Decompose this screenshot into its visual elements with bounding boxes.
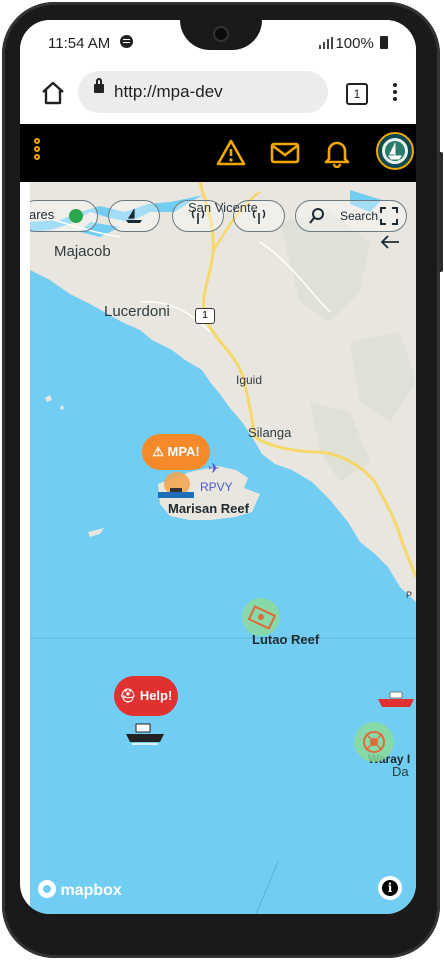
info-icon: i <box>382 880 398 896</box>
place-label-silanga: Silanga <box>248 425 292 440</box>
place-label-lucerdoni: Lucerdoni <box>104 303 170 320</box>
mail-icon[interactable] <box>270 138 300 168</box>
signal-icon <box>319 37 333 49</box>
search-label: Search <box>340 209 379 223</box>
filter-chip-boats[interactable] <box>108 200 160 232</box>
vessel-in-distress-icon[interactable] <box>124 722 166 746</box>
vessel-icon[interactable] <box>376 690 416 710</box>
side-button <box>439 152 443 272</box>
help-alert-bubble[interactable]: ⛑ Help! <box>114 676 178 716</box>
spotify-icon <box>120 35 133 48</box>
mapbox-wordmark: mapbox <box>60 882 122 899</box>
reef-icon <box>247 605 277 630</box>
reef-marker-waray[interactable] <box>354 722 394 762</box>
fullscreen-icon[interactable] <box>380 207 398 225</box>
vessel-icon[interactable] <box>158 488 194 500</box>
boat-icon <box>126 209 142 223</box>
lock-icon <box>94 78 104 93</box>
home-icon[interactable] <box>40 80 66 106</box>
mapbox-icon <box>38 880 56 898</box>
battery-percent: 100% <box>335 35 374 52</box>
browser-toolbar: http://mpa-dev 1 <box>20 66 416 124</box>
mpa-alert-bubble[interactable]: ⚠ MPA! <box>142 434 210 470</box>
info-button[interactable]: i <box>378 876 402 900</box>
warning-icon: ⚠ <box>152 444 168 459</box>
place-label-san-vicente: San Vicente <box>188 200 258 215</box>
place-label-iguid: Iguid <box>236 373 263 387</box>
tab-switcher-button[interactable]: 1 <box>346 83 368 105</box>
route-number: 1 <box>202 310 208 321</box>
address-bar[interactable]: http://mpa-dev <box>78 71 328 113</box>
place-label-marisan-reef: Marisan Reef <box>168 501 249 516</box>
airport-icon: ✈ <box>208 460 220 476</box>
pin-icon <box>69 209 83 223</box>
front-camera <box>213 26 229 42</box>
status-time: 11:54 AM <box>48 35 111 52</box>
avatar-logo <box>380 136 410 166</box>
map-view[interactable]: ares Search San Vicente Majacob Lucerdon… <box>30 182 416 914</box>
place-label-rpvy: RPVY <box>200 480 233 494</box>
land-islet-b <box>60 405 64 410</box>
app-header <box>20 124 416 182</box>
reef-icon <box>363 731 385 753</box>
filter-chip-areas[interactable]: ares <box>30 200 98 232</box>
menu-dots-icon[interactable] <box>34 138 44 168</box>
bell-icon[interactable] <box>322 138 352 168</box>
reef-marker-lutao[interactable] <box>242 598 280 636</box>
sos-icon: ⛑ <box>119 688 140 703</box>
avatar[interactable] <box>376 132 414 170</box>
graticule-line-diagonal <box>255 861 279 914</box>
screen: 11:54 AM 100% http://mpa-dev 1 ares Sear… <box>20 20 416 914</box>
place-label-da: Da <box>392 764 409 779</box>
map-base <box>30 182 416 914</box>
land-islet-a <box>45 395 52 402</box>
phone-frame: 11:54 AM 100% http://mpa-dev 1 ares Sear… <box>2 2 443 958</box>
land-island-small <box>88 528 104 537</box>
filter-chip-label: ares <box>30 207 55 222</box>
mapbox-logo[interactable]: mapbox <box>38 880 122 900</box>
browser-menu-icon[interactable] <box>392 81 398 103</box>
battery-status: 100% <box>335 35 388 52</box>
url-text[interactable]: http://mpa-dev <box>114 82 223 102</box>
route-shield: 1 <box>195 308 215 324</box>
warning-icon[interactable] <box>216 138 246 168</box>
place-label-p: P <box>406 590 413 600</box>
help-alert-label: Help! <box>139 688 173 703</box>
search-icon <box>309 208 324 224</box>
place-label-majacob: Majacob <box>54 243 111 260</box>
mpa-alert-label: MPA! <box>167 444 200 459</box>
battery-icon <box>380 36 388 49</box>
back-arrow-icon[interactable] <box>380 234 400 250</box>
